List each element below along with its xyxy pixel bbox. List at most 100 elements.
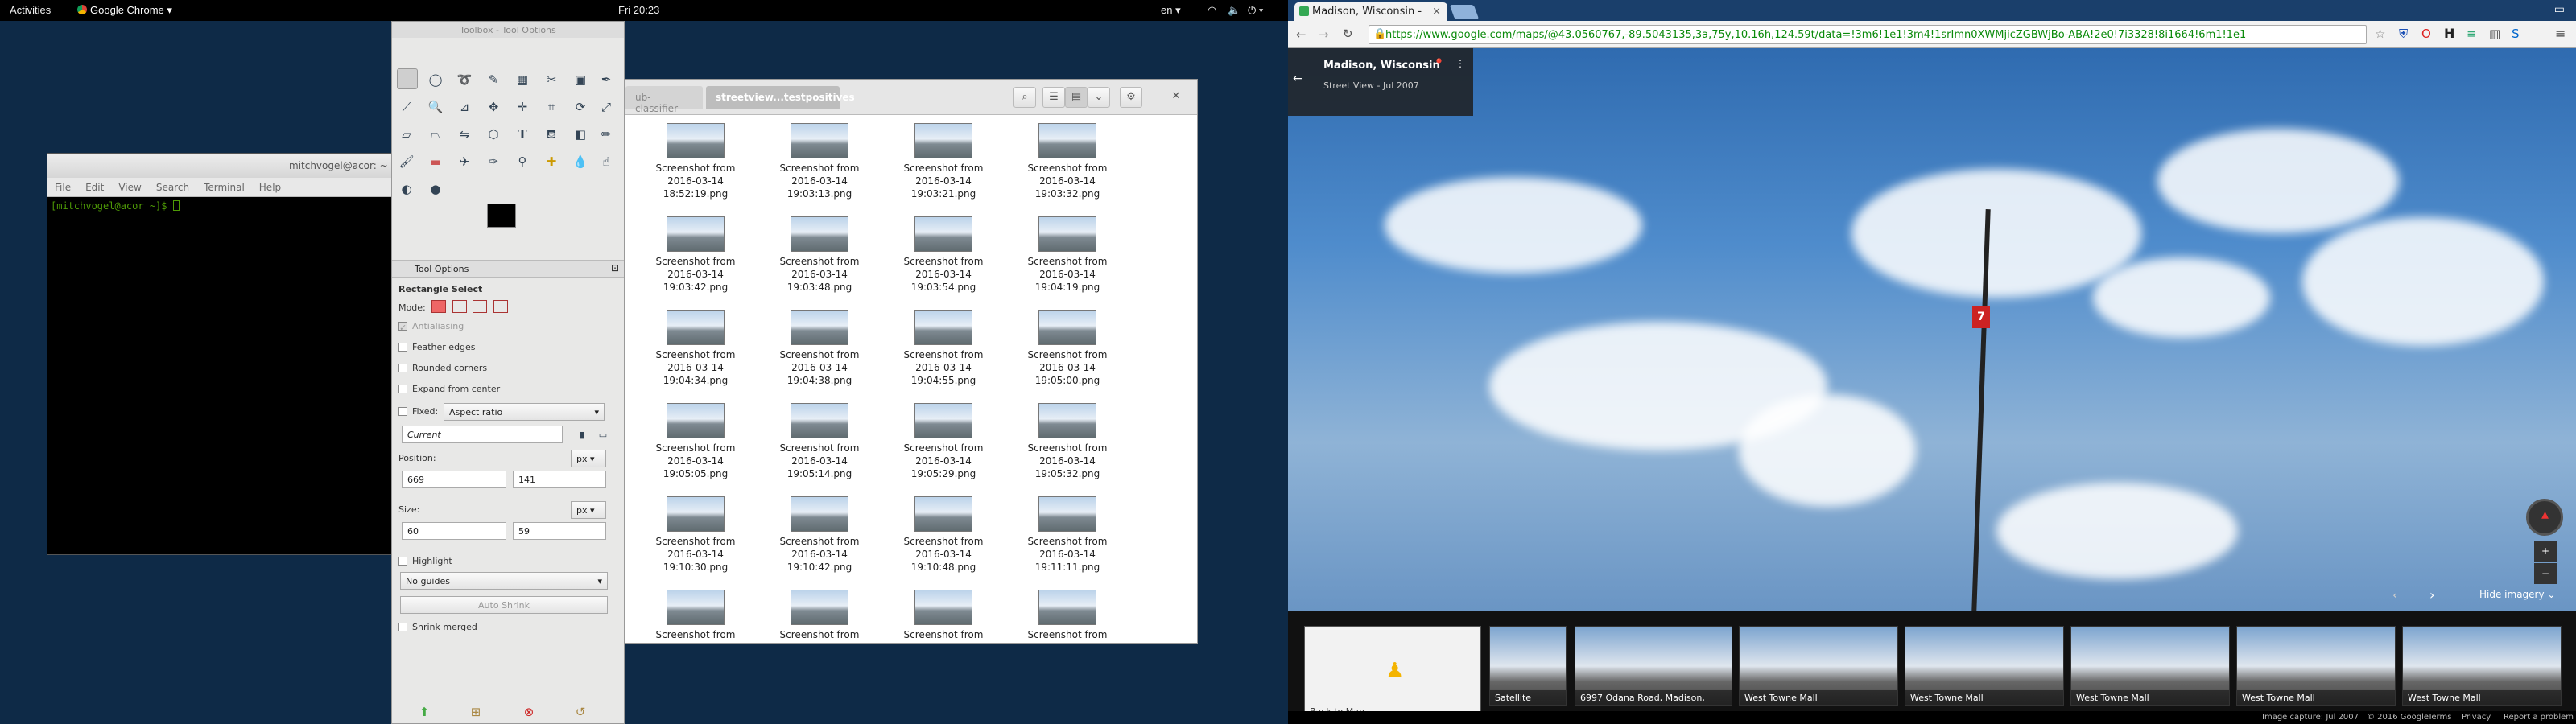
report-link[interactable]: Report a problem [2504,713,2574,722]
chrome-menu-icon[interactable]: ≡ [2555,26,2566,41]
select-by-color-tool-icon[interactable]: ▦ [513,70,532,89]
more-vert-icon[interactable]: ⋮ [1455,58,1465,69]
measure-tool-icon[interactable]: ⊿ [455,97,474,117]
film-mall-4[interactable]: West Towne Mall [2236,626,2396,706]
file-item[interactable]: Screenshot from 2016-03-14 19:03:13.png [759,118,880,212]
place-name[interactable]: Madison, Wisconsin [1323,60,1440,72]
film-mall-2[interactable]: West Towne Mall [1905,626,2064,706]
expand-checkbox[interactable]: Expand from center [398,384,500,394]
text-tool-icon[interactable]: T [513,125,532,144]
rect-select-tool-icon[interactable] [397,68,418,89]
scale-tool-icon[interactable]: ⤢ [597,97,616,117]
bucket-fill-tool-icon[interactable]: ⛾ [542,125,561,144]
back-icon[interactable]: ← [1296,27,1307,42]
tab-previous[interactable]: ub-classifier [625,86,703,114]
file-item[interactable]: Screenshot from [1007,585,1128,643]
compass-icon[interactable]: ▴ [2526,499,2563,536]
file-item[interactable]: Screenshot from [759,585,880,643]
power-icon[interactable]: ⏻ ▾ [1248,4,1263,17]
film-mall-5[interactable]: West Towne Mall [2402,626,2562,706]
hide-imagery-button[interactable]: Hide imagery ⌄ [2479,589,2555,600]
mode-subtract-icon[interactable] [473,300,488,313]
star-icon[interactable]: ☆ [2375,27,2385,41]
clock[interactable]: Fri 20:23 [618,4,659,16]
zoom-out-button[interactable]: − [2534,563,2557,584]
foreground-color-swatch[interactable] [487,204,516,228]
minimize-icon[interactable]: ▭ [2554,3,2565,16]
align-tool-icon[interactable]: ✛ [513,97,532,117]
file-item[interactable]: Screenshot from 2016-03-14 19:03:32.png [1007,118,1128,212]
paintbrush-tool-icon[interactable]: 🖌 [397,152,416,171]
gear-icon[interactable]: ⚙ [1120,87,1142,108]
delete-options-icon[interactable]: ⊗ [519,702,539,722]
fixed-dropdown[interactable]: Aspect ratio ▾ [444,403,605,421]
close-icon[interactable]: ✕ [1165,87,1187,108]
position-x-input[interactable]: 669 [402,471,506,488]
extension-shield-icon[interactable]: ⛨ [2399,27,2408,41]
file-item[interactable]: Screenshot from [635,585,756,643]
menu-terminal[interactable]: Terminal [196,178,252,197]
address-bar[interactable]: 🔒 https://www.google.com/maps/@43.0560767… [1368,25,2367,44]
shear-tool-icon[interactable]: ▱ [397,125,416,144]
auto-shrink-button[interactable]: Auto Shrink [400,596,608,614]
tool-options-tab[interactable]: Tool Options [415,264,469,274]
flip-tool-icon[interactable]: ⇋ [455,125,474,144]
scissors-tool-icon[interactable]: ✂ [542,70,561,89]
file-item[interactable]: Screenshot from 2016-03-14 19:05:00.png [1007,305,1128,398]
extension-h-icon[interactable]: H [2444,26,2454,41]
zoom-in-button[interactable]: + [2534,541,2557,562]
app-menu[interactable]: Google Chrome ▾ [77,4,172,17]
file-item[interactable]: Screenshot from 2016-03-14 19:04:19.png [1007,212,1128,305]
fixed-checkbox[interactable]: Fixed: [398,406,438,417]
tab-active[interactable]: streetview...testpositives [706,86,855,109]
street-view-panorama[interactable]: 7 ← Madison, Wisconsin Street View - Jul… [1288,48,2576,611]
highlight-checkbox[interactable]: Highlight [398,556,452,566]
mode-add-icon[interactable] [452,300,467,313]
file-item[interactable]: Screenshot from 2016-03-14 19:03:42.png [635,212,756,305]
file-item[interactable]: Screenshot from 2016-03-14 19:10:42.png [759,492,880,585]
toolbox-title[interactable]: Toolbox - Tool Options [392,22,624,38]
color-picker-tool-icon[interactable]: ⟋ [397,97,416,117]
restore-options-icon[interactable]: ⊞ [466,702,485,722]
menu-edit[interactable]: Edit [78,178,111,197]
forward-icon[interactable]: → [1319,27,1329,42]
back-to-map-card[interactable]: ♟ Back to Map [1304,626,1481,721]
zoom-tool-icon[interactable]: 🔍 [426,97,445,117]
extension-stack-icon[interactable]: ≡ [2467,27,2477,41]
file-item[interactable]: Screenshot from 2016-03-14 19:04:38.png [759,305,880,398]
perspective-tool-icon[interactable]: ⏢ [426,125,445,144]
move-tool-icon[interactable]: ✥ [484,97,503,117]
menu-file[interactable]: File [47,178,78,197]
paths-tool-icon[interactable]: ✒ [597,70,616,89]
chrome-tab-maps[interactable]: Madison, Wisconsin - × [1294,2,1447,21]
rounded-checkbox[interactable]: Rounded corners [398,363,487,373]
file-item[interactable]: Screenshot from 2016-03-14 19:03:48.png [759,212,880,305]
imagery-next-icon[interactable]: › [2429,587,2434,603]
smudge-tool-icon[interactable]: ☝ [597,152,616,171]
language-indicator[interactable]: en ▾ [1161,4,1181,17]
privacy-link[interactable]: Privacy [2462,713,2491,722]
activities-button[interactable]: Activities [10,4,51,16]
heal-tool-icon[interactable]: ✚ [542,152,561,171]
grid-view-icon[interactable]: ▤ [1065,87,1088,108]
dodge-burn-tool-icon[interactable]: ● [426,179,445,199]
ellipse-select-tool-icon[interactable]: ◯ [426,70,445,89]
position-y-input[interactable]: 141 [513,471,606,488]
extension-bars-icon[interactable]: ▥ [2489,27,2500,41]
rotate-tool-icon[interactable]: ⟳ [571,97,590,117]
file-item[interactable]: Screenshot from 2016-03-14 19:10:48.png [883,492,1004,585]
menu-help[interactable]: Help [252,178,288,197]
eraser-tool-icon[interactable]: ▬ [426,152,445,171]
foreground-select-tool-icon[interactable]: ▣ [571,70,590,89]
file-item[interactable]: Screenshot from 2016-03-14 19:04:55.png [883,305,1004,398]
film-mall-3[interactable]: West Towne Mall [2070,626,2230,706]
fuzzy-select-tool-icon[interactable]: ✎ [484,70,503,89]
file-item[interactable]: Screenshot from 2016-03-14 19:05:29.png [883,398,1004,492]
size-h-input[interactable]: 59 [513,522,606,540]
pencil-tool-icon[interactable]: ✏ [597,125,616,144]
current-field[interactable]: Current [402,426,563,443]
file-item[interactable]: Screenshot from 2016-03-14 19:05:14.png [759,398,880,492]
tab-close-icon[interactable]: × [1432,6,1441,18]
configure-tab-icon[interactable]: ⊡ [611,262,619,274]
wifi-icon[interactable]: ◠ [1208,4,1216,17]
